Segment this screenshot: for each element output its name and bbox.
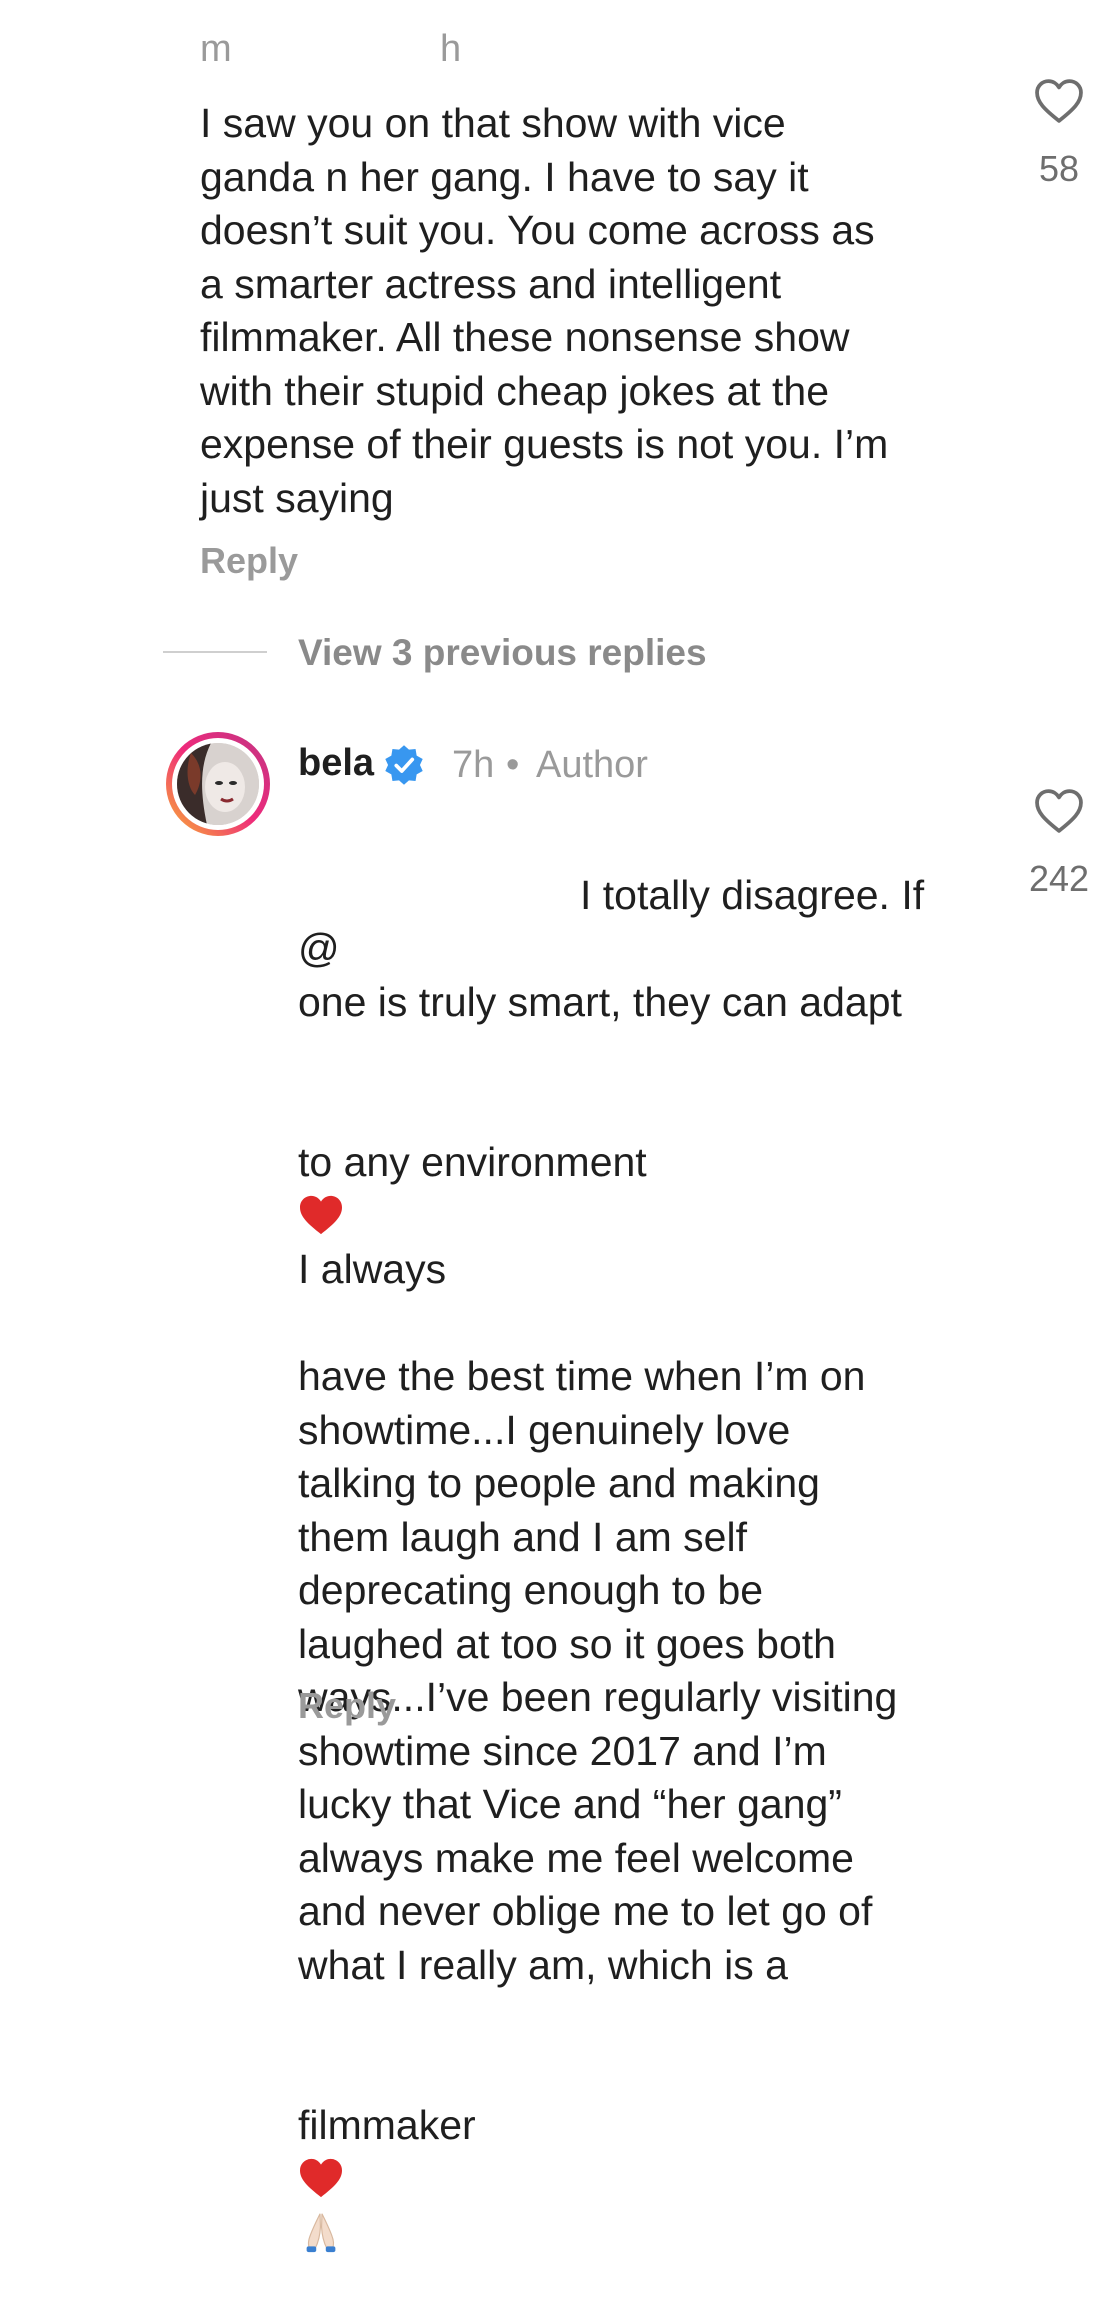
view-previous-replies-button[interactable]: View 3 previous replies	[298, 632, 707, 674]
comment-2-username[interactable]: bela	[298, 742, 374, 785]
comment-2-text: @ I totally disagree. If one is truly sm…	[298, 815, 958, 2313]
comment-2-timestamp: 7h	[452, 744, 495, 786]
comment-1-reply-button[interactable]: Reply	[200, 540, 298, 582]
verified-badge-icon	[382, 743, 426, 787]
mention-link[interactable]: @	[298, 925, 340, 971]
comment-2-text-rest: have the best time when I’m on showtime.…	[298, 1353, 898, 1988]
comment-2-like-count: 242	[1028, 858, 1090, 899]
meta-separator: •	[506, 744, 520, 786]
heart-outline-icon	[1035, 789, 1083, 833]
avatar[interactable]	[166, 732, 270, 836]
comment-2-line-3: to any environment I always	[298, 1139, 647, 1292]
comment-2-like-button[interactable]	[1033, 788, 1085, 839]
author-tag: Author	[536, 744, 648, 786]
profile-photo-icon	[177, 743, 259, 825]
comment-1-like-button[interactable]	[1033, 78, 1085, 129]
red-heart-emoji	[300, 2158, 342, 2197]
comment-2-line-2: one is truly smart, they can adapt	[298, 978, 902, 1025]
comment-2-reply-button[interactable]: Reply	[298, 1685, 396, 1727]
comment-2-last-line: filmmaker	[298, 2046, 958, 2260]
red-heart-emoji	[300, 1195, 342, 1234]
heart-outline-icon	[1035, 79, 1083, 123]
comment-1-text: I saw you on that show with vice ganda n…	[200, 100, 889, 521]
comment-1-username[interactable]: m	[200, 28, 232, 71]
comment-2-line-1: I totally disagree. If	[580, 871, 925, 918]
folded-hands-emoji	[306, 2213, 336, 2253]
comment-1-timestamp: h	[440, 28, 462, 70]
replies-divider	[163, 651, 267, 653]
comment-1-like-count: 58	[1038, 148, 1080, 189]
avatar-image	[177, 743, 259, 825]
